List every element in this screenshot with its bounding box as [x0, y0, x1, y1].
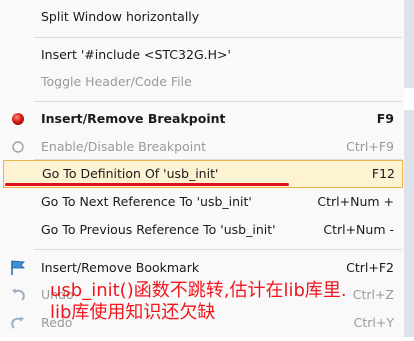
undo-icon: [6, 280, 30, 310]
red-underline-annotation: [5, 183, 289, 186]
menu-item-bookmark[interactable]: Insert/Remove Bookmark Ctrl+F2: [0, 253, 404, 283]
menu-item-label: Enable/Disable Breakpoint: [41, 139, 207, 154]
menu-item-label: Insert/Remove Breakpoint: [41, 111, 226, 126]
menu-item-next-reference[interactable]: Go To Next Reference To 'usb_init' Ctrl+…: [0, 187, 404, 217]
menu-item-toggle-header[interactable]: Toggle Header/Code File: [0, 67, 404, 97]
menu-item-shortcut: Ctrl+Y: [353, 315, 394, 330]
menu-separator: [34, 101, 402, 102]
menu-item-shortcut: Ctrl+Num +: [317, 194, 394, 209]
menu-item-label: Go To Previous Reference To 'usb_init': [41, 222, 276, 237]
menu-item-split-window[interactable]: Split Window horizontally: [0, 2, 404, 32]
breakpoint-icon: [6, 104, 30, 134]
menu-item-shortcut: F12: [371, 166, 395, 181]
breakpoint-outline-icon: [6, 132, 30, 162]
menu-separator: [34, 37, 402, 38]
menu-item-insert-include[interactable]: Insert '#include <STC32G.H>': [0, 40, 404, 70]
menu-item-shortcut: Ctrl+Z: [352, 287, 394, 302]
menu-item-enable-breakpoint[interactable]: Enable/Disable Breakpoint Ctrl+F9: [0, 132, 404, 162]
annotation-line-2: lib库使用知识还欠缺: [50, 302, 216, 323]
annotation-line-1: usb_init()函数不跳转,估计在lib库里.: [50, 280, 347, 301]
menu-item-shortcut: Ctrl+F9: [346, 139, 394, 154]
strip-notch: [404, 88, 414, 110]
menu-item-insert-breakpoint[interactable]: Insert/Remove Breakpoint F9: [0, 104, 404, 134]
menu-item-label: Insert/Remove Bookmark: [41, 260, 200, 275]
menu-separator: [34, 249, 402, 250]
menu-item-shortcut: Ctrl+Num -: [323, 222, 394, 237]
menu-item-label: Go To Next Reference To 'usb_init': [41, 194, 252, 209]
context-menu: Split Window horizontally Insert '#inclu…: [0, 0, 404, 337]
menu-item-label: Insert '#include <STC32G.H>': [41, 47, 231, 62]
bookmark-flag-icon: [6, 253, 30, 283]
redo-icon: [6, 308, 30, 338]
menu-item-label: Toggle Header/Code File: [41, 74, 192, 89]
menu-item-label: Split Window horizontally: [41, 9, 200, 24]
menu-item-shortcut: F9: [376, 111, 394, 126]
editor-edge-strip: [404, 0, 414, 337]
menu-item-shortcut: Ctrl+F2: [346, 260, 394, 275]
menu-item-previous-reference[interactable]: Go To Previous Reference To 'usb_init' C…: [0, 215, 404, 245]
